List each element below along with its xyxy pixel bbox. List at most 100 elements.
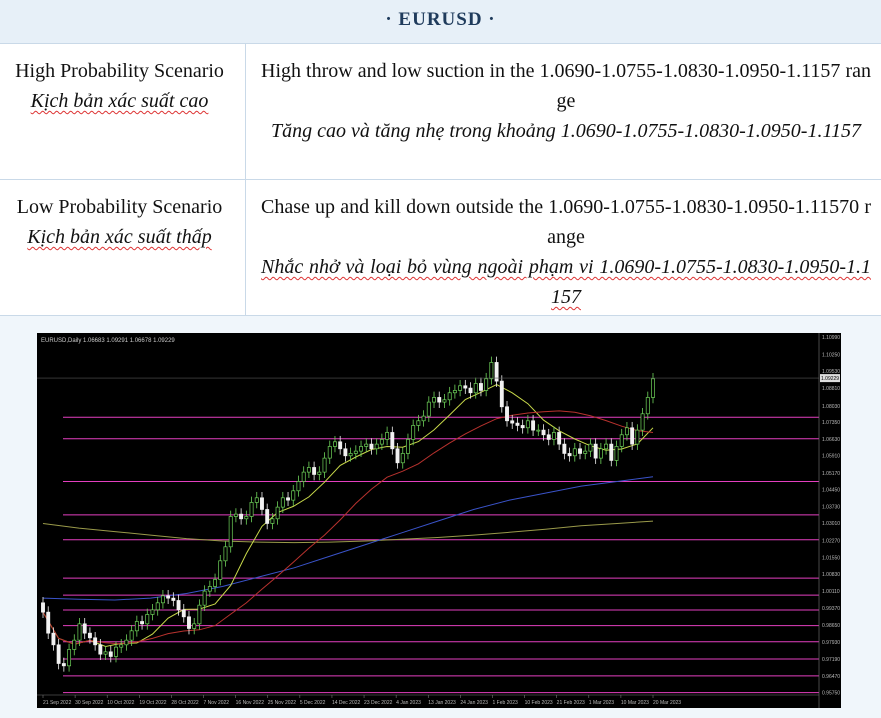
candle-body xyxy=(432,397,436,403)
candle-body xyxy=(145,614,150,625)
candle-body xyxy=(385,432,390,440)
price-chart-svg: EURUSD,Daily 1.06683 1.09291 1.06678 1.0… xyxy=(37,333,841,708)
candle-body xyxy=(51,632,56,646)
candle-body xyxy=(202,590,207,606)
candle-body xyxy=(103,651,108,655)
y-tick-label: 0.96470 xyxy=(822,674,840,680)
candle-body xyxy=(630,427,635,445)
current-price-label: 1.09229 xyxy=(821,376,839,382)
candle-body xyxy=(400,453,405,464)
candle-body xyxy=(254,497,259,503)
y-tick-label: 1.08810 xyxy=(822,386,840,392)
scenario-label-cell: Low Probability Scenario Kịch bản xác su… xyxy=(0,180,246,315)
y-tick-label: 1.07350 xyxy=(822,420,840,426)
candle-body xyxy=(218,560,223,580)
candle-body xyxy=(640,413,645,431)
candle-body xyxy=(437,397,442,403)
candle-body xyxy=(61,663,66,667)
candle-body xyxy=(463,385,468,389)
x-tick-label: 19 Oct 2022 xyxy=(139,700,166,706)
scenario-row-high: High Probability Scenario Kịch bản xác s… xyxy=(0,44,881,180)
candle-body xyxy=(619,434,624,447)
candle-body xyxy=(520,425,525,429)
candle-body xyxy=(546,434,551,440)
candle-body xyxy=(338,441,343,450)
candle-body xyxy=(478,383,483,391)
candle-body xyxy=(77,623,82,641)
y-tick-label: 0.97190 xyxy=(822,657,840,663)
scenario-desc-en: Chase up and kill down outside the 1.069… xyxy=(261,196,871,248)
y-tick-label: 1.06630 xyxy=(822,437,840,443)
candle-body xyxy=(567,453,572,457)
candle-body xyxy=(578,448,582,454)
x-tick-label: 4 Jan 2023 xyxy=(396,700,421,706)
y-tick-label: 1.04450 xyxy=(822,488,840,494)
title-bar: · EURUSD · xyxy=(0,0,881,44)
candle-body xyxy=(588,443,593,452)
candle-body xyxy=(223,546,228,562)
candle-body xyxy=(489,362,494,380)
candle-body xyxy=(67,649,72,667)
candle-body xyxy=(426,401,431,417)
candle-body xyxy=(353,450,358,454)
y-tick-label: 1.05910 xyxy=(822,454,840,460)
candle-body xyxy=(114,646,118,657)
candle-body xyxy=(458,385,463,391)
candle-body xyxy=(155,602,160,611)
scenario-label-en: High Probability Scenario xyxy=(15,60,224,82)
candle-body xyxy=(187,616,191,629)
candle-body xyxy=(515,422,520,426)
y-tick-label: 0.98650 xyxy=(822,623,840,629)
candle-body xyxy=(598,448,603,459)
x-tick-label: 10 Mar 2023 xyxy=(621,700,649,706)
y-tick-label: 1.10250 xyxy=(822,352,840,358)
candle-body xyxy=(291,490,296,501)
candle-body xyxy=(390,432,395,450)
candle-body xyxy=(614,446,619,461)
candle-body xyxy=(41,602,45,613)
candle-body xyxy=(98,644,103,655)
scenario-label-vn: Kịch bản xác suất thấp xyxy=(27,226,212,248)
candle-body xyxy=(176,600,181,611)
x-tick-label: 20 Mar 2023 xyxy=(653,700,681,706)
y-tick-label: 1.03010 xyxy=(822,521,840,527)
candle-body xyxy=(593,443,598,459)
candle-body xyxy=(442,399,447,403)
candle-body xyxy=(233,513,238,517)
candle-body xyxy=(280,497,285,508)
candle-body xyxy=(312,467,317,475)
candle-body xyxy=(562,443,567,454)
x-tick-label: 30 Sep 2022 xyxy=(75,700,104,706)
candle-body xyxy=(551,432,556,440)
candle-body xyxy=(421,415,426,422)
x-tick-label: 7 Nov 2022 xyxy=(204,700,230,706)
candle-body xyxy=(651,378,655,398)
candle-body xyxy=(124,639,129,646)
scenario-desc-vn: Tăng cao và tăng nhẹ trong khoảng 1.0690… xyxy=(271,120,861,142)
candle-body xyxy=(171,597,176,601)
candle-body xyxy=(369,443,374,450)
x-tick-label: 24 Jan 2023 xyxy=(460,700,488,706)
candle-body xyxy=(306,467,311,473)
candle-body xyxy=(468,387,473,394)
candle-body xyxy=(572,448,577,457)
x-tick-label: 14 Dec 2022 xyxy=(332,700,361,706)
candle-body xyxy=(166,595,171,599)
candle-body xyxy=(129,630,134,641)
candle-body xyxy=(228,516,233,548)
candle-body xyxy=(505,406,509,422)
x-tick-label: 25 Nov 2022 xyxy=(268,700,297,706)
candle-body xyxy=(46,611,51,634)
candle-body xyxy=(134,621,139,632)
candle-body xyxy=(327,446,332,459)
candle-body xyxy=(93,637,98,646)
page-title: · EURUSD · xyxy=(385,9,496,30)
x-tick-label: 5 Dec 2022 xyxy=(300,700,326,706)
scenario-label-vn: Kịch bản xác suất cao xyxy=(30,90,209,112)
candle-body xyxy=(119,644,124,648)
candle-body xyxy=(213,579,218,587)
y-tick-label: 1.00110 xyxy=(822,589,840,595)
candle-body xyxy=(359,446,363,452)
x-tick-label: 21 Feb 2023 xyxy=(557,700,585,706)
y-tick-label: 1.00830 xyxy=(822,572,840,578)
